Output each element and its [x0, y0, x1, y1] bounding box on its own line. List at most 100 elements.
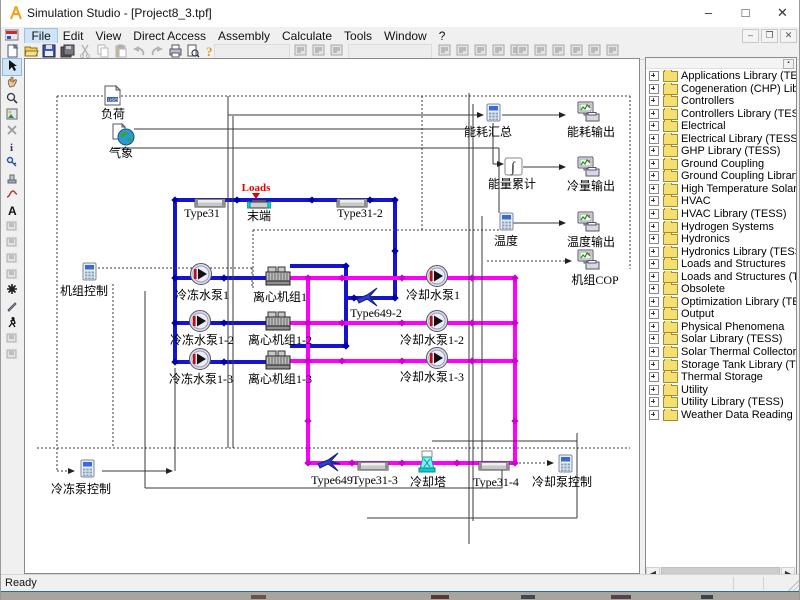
expand-icon[interactable]: [649, 385, 659, 395]
menu-direct-access[interactable]: Direct Access: [127, 29, 212, 44]
tool-flag-1-icon[interactable]: [3, 331, 21, 347]
close-button[interactable]: ✕: [764, 0, 800, 27]
library-item-loads-and-structures-tess-[interactable]: Loads and Structures (TESS): [646, 271, 796, 284]
library-item-loads-and-structures[interactable]: Loads and Structures: [646, 258, 796, 271]
mdi-minimize-icon[interactable]: –: [742, 29, 759, 43]
library-item-utility-library-tess-[interactable]: Utility Library (TESS): [646, 396, 796, 409]
library-item-solar-thermal-collectors[interactable]: Solar Thermal Collectors: [646, 346, 796, 359]
component-pipe-type31-4[interactable]: [478, 458, 510, 476]
expand-icon[interactable]: [649, 372, 659, 382]
mdi-restore-icon[interactable]: ❐: [761, 29, 778, 43]
library-item-high-temperature-solar-tess-[interactable]: High Temperature Solar (TESS): [646, 183, 796, 196]
toolbar-assembly-tree-icon[interactable]: [438, 44, 454, 58]
library-item-utility[interactable]: Utility: [646, 384, 796, 397]
tool-text-icon[interactable]: A: [3, 203, 21, 219]
library-item-hydronics[interactable]: Hydronics: [646, 233, 796, 246]
toolbar-grid-icon[interactable]: [474, 44, 490, 58]
expand-icon[interactable]: [649, 347, 659, 357]
library-item-ground-coupling-library-tess-[interactable]: Ground Coupling Library (TESS): [646, 170, 796, 183]
tool-stamp-icon[interactable]: [3, 171, 21, 187]
toolbar-save-icon[interactable]: [42, 44, 58, 58]
expand-icon[interactable]: [649, 297, 659, 307]
toolbar-anchor-icon[interactable]: [492, 44, 508, 58]
tool-align-2-icon[interactable]: [3, 235, 21, 251]
mdi-close-icon[interactable]: ✕: [780, 29, 797, 43]
panel-close-icon[interactable]: ▪: [783, 59, 794, 69]
tool-image-icon[interactable]: [3, 107, 21, 123]
toolbar-rotate-view-icon[interactable]: [534, 44, 550, 58]
expand-icon[interactable]: [649, 222, 659, 232]
component-chw-pump-control[interactable]: [80, 459, 95, 483]
toolbar-print-preview-icon[interactable]: [186, 44, 202, 58]
expand-icon[interactable]: [649, 184, 659, 194]
expand-icon[interactable]: [649, 322, 659, 332]
tool-spline-icon[interactable]: [3, 187, 21, 203]
expand-icon[interactable]: [649, 109, 659, 119]
toolbar-zoom-fit-icon[interactable]: [330, 44, 346, 58]
expand-icon[interactable]: [649, 71, 659, 81]
library-item-hydrogen-systems[interactable]: Hydrogen Systems: [646, 221, 796, 234]
expand-icon[interactable]: [649, 234, 659, 244]
menu-tools[interactable]: Tools: [338, 29, 378, 44]
library-item-controllers[interactable]: Controllers: [646, 95, 796, 108]
toolbar-print-setup-icon[interactable]: [606, 44, 622, 58]
tool-select-icon[interactable]: [3, 59, 21, 75]
library-item-storage-tank-library-tess-[interactable]: Storage Tank Library (TESS): [646, 359, 796, 372]
library-item-ghp-library-tess-[interactable]: GHP Library (TESS): [646, 145, 796, 158]
expand-icon[interactable]: [649, 272, 659, 282]
expand-icon[interactable]: [649, 397, 659, 407]
tool-delete-icon[interactable]: [3, 123, 21, 139]
library-item-hvac-library-tess-[interactable]: HVAC Library (TESS): [646, 208, 796, 221]
tool-pen-icon[interactable]: [3, 299, 21, 315]
library-item-electrical[interactable]: Electrical: [646, 120, 796, 133]
library-item-electrical-library-tess-[interactable]: Electrical Library (TESS): [646, 133, 796, 146]
library-item-weather-data-reading-and-process[interactable]: Weather Data Reading and Process: [646, 409, 796, 422]
expand-icon[interactable]: [649, 146, 659, 156]
menu-window[interactable]: Window: [378, 29, 433, 44]
library-item-controllers-library-tess-[interactable]: Controllers Library (TESS): [646, 108, 796, 121]
expand-icon[interactable]: [649, 360, 659, 370]
expand-icon[interactable]: [649, 309, 659, 319]
menu-edit[interactable]: Edit: [57, 29, 90, 44]
tool-settings-gear-icon[interactable]: [3, 283, 21, 299]
expand-icon[interactable]: [649, 134, 659, 144]
expand-icon[interactable]: [649, 410, 659, 420]
tool-layers-2-icon[interactable]: [3, 267, 21, 283]
library-item-ground-coupling[interactable]: Ground Coupling: [646, 158, 796, 171]
tool-flag-2-icon[interactable]: [3, 347, 21, 363]
library-item-solar-library-tess-[interactable]: Solar Library (TESS): [646, 333, 796, 346]
library-item-cogeneration-chp-library-tess-[interactable]: Cogeneration (CHP) Library (TESS): [646, 83, 796, 96]
toolbar-print-icon[interactable]: [168, 44, 184, 58]
expand-icon[interactable]: [649, 121, 659, 131]
toolbar-show-output-icon[interactable]: [516, 44, 532, 58]
tool-info-icon[interactable]: i: [3, 139, 21, 155]
expand-icon[interactable]: [649, 159, 659, 169]
menu-calculate[interactable]: Calculate: [276, 29, 338, 44]
toolbar-move-down-icon[interactable]: [456, 44, 472, 58]
toolbar-export-file-icon[interactable]: [570, 44, 586, 58]
toolbar-open-icon[interactable]: [24, 44, 40, 58]
tool-pan-icon[interactable]: [3, 75, 21, 91]
library-item-thermal-storage[interactable]: Thermal Storage: [646, 371, 796, 384]
tool-layers-1-icon[interactable]: [3, 251, 21, 267]
library-item-physical-phenomena[interactable]: Physical Phenomena: [646, 321, 796, 334]
expand-icon[interactable]: [649, 84, 659, 94]
menu-?[interactable]: ?: [433, 29, 452, 44]
library-item-obsolete[interactable]: Obsolete: [646, 283, 796, 296]
toolbar-fit-vertical-icon[interactable]: [312, 44, 328, 58]
expand-icon[interactable]: [649, 171, 659, 181]
toolbar-new-icon[interactable]: [6, 44, 22, 58]
project-canvas[interactable]: USER负荷气象Type31末端Type31-2冷冻水泵1离心机组1冷冻水泵1-…: [24, 58, 640, 574]
library-item-hvac[interactable]: HVAC: [646, 195, 796, 208]
expand-icon[interactable]: [649, 196, 659, 206]
expand-icon[interactable]: [649, 259, 659, 269]
menu-file[interactable]: File: [25, 29, 56, 44]
library-item-hydronics-library-tess-[interactable]: Hydronics Library (TESS): [646, 246, 796, 259]
expand-icon[interactable]: [649, 247, 659, 257]
tool-link-icon[interactable]: [3, 155, 21, 171]
toolbar-save-all-icon[interactable]: [60, 44, 76, 58]
toolbar-show-proforma-icon[interactable]: [552, 44, 568, 58]
resize-grip[interactable]: [788, 579, 800, 591]
expand-icon[interactable]: [649, 209, 659, 219]
tool-run-icon[interactable]: [3, 315, 21, 331]
